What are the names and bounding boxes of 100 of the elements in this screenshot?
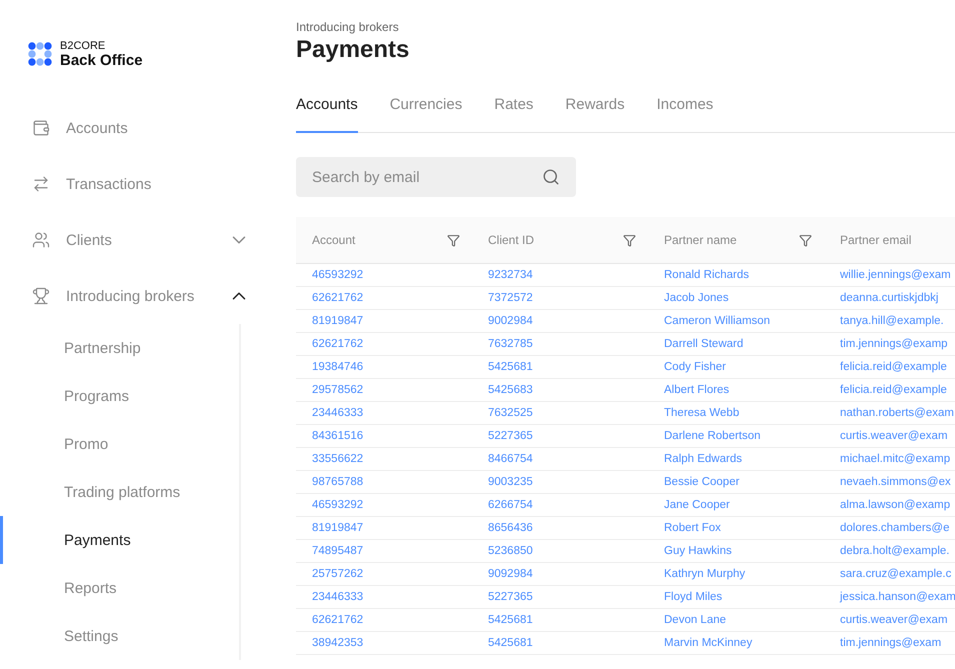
table-cell[interactable]: Marvin McKinney <box>648 632 824 654</box>
table-cell[interactable]: willie.jennings@exam <box>824 264 955 286</box>
table-cell[interactable]: 81919847 <box>296 310 472 332</box>
table-cell[interactable]: michael.mitc@examp <box>824 448 955 470</box>
table-cell[interactable]: 5227365 <box>472 586 648 608</box>
table-cell[interactable]: Ralph Edwards <box>648 448 824 470</box>
table-cell[interactable]: Cameron Williamson <box>648 310 824 332</box>
table-cell[interactable]: felicia.reid@example <box>824 379 955 401</box>
table-cell[interactable]: 29578562 <box>296 379 472 401</box>
table-cell[interactable]: 19384746 <box>296 356 472 378</box>
arrows-icon <box>32 175 50 193</box>
sidebar-subitem[interactable]: Settings <box>0 612 239 660</box>
sidebar-subitem[interactable]: Trading platforms <box>0 468 239 516</box>
table-cell[interactable]: tim.jennings@examp <box>824 333 955 355</box>
table-cell[interactable]: Jacob Jones <box>648 287 824 309</box>
table-cell[interactable]: 5425681 <box>472 356 648 378</box>
table-cell[interactable]: Bessie Cooper <box>648 471 824 493</box>
table-cell[interactable]: 9092984 <box>472 563 648 585</box>
trophy-icon <box>32 287 50 305</box>
table-cell[interactable]: 9232734 <box>472 264 648 286</box>
sidebar-item[interactable]: Clients <box>0 212 266 268</box>
table-cell[interactable]: 5236850 <box>472 540 648 562</box>
table-cell[interactable]: 23446333 <box>296 402 472 424</box>
sidebar-subitem[interactable]: Promo <box>0 420 239 468</box>
table-cell[interactable]: curtis.weaver@exam <box>824 425 955 447</box>
table-cell[interactable]: Cody Fisher <box>648 356 824 378</box>
table-cell[interactable]: 7372572 <box>472 287 648 309</box>
table-cell[interactable]: Jane Cooper <box>648 494 824 516</box>
table-cell[interactable]: Floyd Miles <box>648 586 824 608</box>
search-icon[interactable] <box>542 168 560 186</box>
table-cell[interactable]: felicia.reid@example <box>824 356 955 378</box>
table-cell[interactable]: 33556622 <box>296 448 472 470</box>
table-cell[interactable]: 46593292 <box>296 264 472 286</box>
table-cell[interactable]: curtis.weaver@exam <box>824 609 955 631</box>
brand-overline: B2CORE <box>60 40 106 52</box>
tab[interactable]: Rates <box>494 88 534 133</box>
table-cell[interactable]: 62621762 <box>296 333 472 355</box>
table-cell[interactable]: Kathryn Murphy <box>648 563 824 585</box>
breadcrumb: Introducing brokers <box>296 20 400 34</box>
table-cell[interactable]: 62621762 <box>296 609 472 631</box>
sidebar-subitem[interactable]: Reports <box>0 564 239 612</box>
table-cell[interactable]: sara.cruz@example.c <box>824 563 955 585</box>
table-cell[interactable]: 5425683 <box>472 379 648 401</box>
filter-icon[interactable] <box>799 234 812 246</box>
table-cell[interactable]: 8466754 <box>472 448 648 470</box>
table-cell[interactable]: Ronald Richards <box>648 264 824 286</box>
table-cell[interactable]: 7632785 <box>472 333 648 355</box>
table-cell[interactable]: 8656436 <box>472 517 648 539</box>
table-cell[interactable]: 98765788 <box>296 471 472 493</box>
table-cell[interactable]: 84361516 <box>296 425 472 447</box>
table-cell[interactable]: tanya.hill@example. <box>824 310 955 332</box>
tab[interactable]: Accounts <box>296 88 358 133</box>
column-header: Account <box>312 233 356 247</box>
page-title: Payments <box>296 36 410 64</box>
table-cell[interactable]: 81919847 <box>296 517 472 539</box>
table-cell[interactable]: debra.holt@example. <box>824 540 955 562</box>
table-cell[interactable]: Guy Hawkins <box>648 540 824 562</box>
table-cell[interactable]: 5425681 <box>472 609 648 631</box>
table-cell[interactable]: nevaeh.simmons@ex <box>824 471 955 493</box>
table-cell[interactable]: nathan.roberts@exam <box>824 402 955 424</box>
table-cell[interactable]: Darlene Robertson <box>648 425 824 447</box>
table-cell[interactable]: 9002984 <box>472 310 648 332</box>
table-cell[interactable]: deanna.curtiskjdbkj <box>824 287 955 309</box>
column-header: Partner name <box>664 233 738 247</box>
table-cell[interactable]: 6266754 <box>472 494 648 516</box>
table-cell[interactable]: 46593292 <box>296 494 472 516</box>
table-cell[interactable]: 74895487 <box>296 540 472 562</box>
brand-title: Back Office <box>60 52 143 68</box>
sidebar-subitem[interactable]: Partnership <box>0 324 239 372</box>
table-cell[interactable]: dolores.chambers@e <box>824 517 955 539</box>
table-cell[interactable]: 5425681 <box>472 632 648 654</box>
sidebar-subitem[interactable]: Programs <box>0 372 239 420</box>
table-cell[interactable]: Robert Fox <box>648 517 824 539</box>
table-cell[interactable]: 5227365 <box>472 425 648 447</box>
sidebar-item[interactable]: Transactions <box>0 156 266 212</box>
table-cell[interactable]: 25757262 <box>296 563 472 585</box>
users-icon <box>32 231 50 249</box>
table-cell[interactable]: Devon Lane <box>648 609 824 631</box>
table-cell[interactable]: jessica.hanson@exam <box>824 586 955 608</box>
table-cell[interactable]: Albert Flores <box>648 379 824 401</box>
table-cell[interactable]: Darrell Steward <box>648 333 824 355</box>
tab[interactable]: Currencies <box>390 88 462 133</box>
logo-icon <box>28 42 52 66</box>
table-cell[interactable]: 9003235 <box>472 471 648 493</box>
table-cell[interactable]: 62621762 <box>296 287 472 309</box>
table-cell[interactable]: 38942353 <box>296 632 472 654</box>
column-header: Partner email <box>840 233 912 247</box>
filter-icon[interactable] <box>447 234 460 246</box>
search-field[interactable]: Search by email <box>296 157 576 197</box>
table-cell[interactable]: tim.jennings@exam <box>824 632 955 654</box>
filter-icon[interactable] <box>623 234 636 246</box>
sidebar-item[interactable]: Introducing brokers <box>0 268 266 324</box>
sidebar-item[interactable]: Accounts <box>0 100 266 156</box>
tab[interactable]: Rewards <box>565 88 625 133</box>
tab[interactable]: Incomes <box>656 88 714 133</box>
table-cell[interactable]: alma.lawson@examp <box>824 494 955 516</box>
table-cell[interactable]: 23446333 <box>296 586 472 608</box>
sidebar-subitem[interactable]: Payments <box>0 516 239 564</box>
table-cell[interactable]: 7632525 <box>472 402 648 424</box>
table-cell[interactable]: Theresa Webb <box>648 402 824 424</box>
